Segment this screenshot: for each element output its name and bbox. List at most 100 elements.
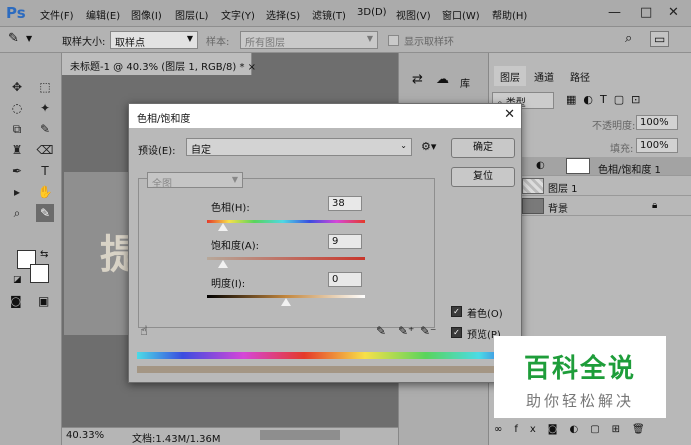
document-size: 文档:1.43M/1.36M xyxy=(132,434,221,445)
close-icon[interactable]: ✕ xyxy=(504,107,515,122)
channel-select[interactable]: 全图 ▼ xyxy=(147,172,243,190)
zoom-tool-icon[interactable]: ⌕ xyxy=(8,204,26,222)
show-ring-label: 显示取样环 xyxy=(404,37,454,48)
hand-tool-icon[interactable]: ✋ xyxy=(36,183,54,201)
swap-colors-icon[interactable]: ⇆ xyxy=(40,249,48,260)
menu-item-4[interactable]: 文字(Y) xyxy=(221,7,255,22)
preview-checkbox[interactable]: ✓ xyxy=(451,327,462,338)
library-label[interactable]: 库 xyxy=(460,75,470,90)
eyedropper-add-icon[interactable]: ✎⁺ xyxy=(398,324,414,338)
zoom-level[interactable]: 40.33% xyxy=(66,430,104,441)
fill-label: 填充: xyxy=(610,144,634,155)
search-icon[interactable]: ⌕ xyxy=(625,31,632,46)
panel-tab-1[interactable]: 通道 xyxy=(528,66,560,86)
fill-field[interactable]: 100% xyxy=(636,138,678,153)
chevron-down-icon: ▼ xyxy=(186,34,193,43)
horizontal-scrollbar[interactable] xyxy=(260,430,340,440)
layer-mask-thumbnail[interactable] xyxy=(566,158,590,174)
panel-tab-2[interactable]: 路径 xyxy=(564,66,596,86)
menu-item-0[interactable]: 文件(F) xyxy=(40,7,74,22)
eyedropper-icon[interactable]: ✎ xyxy=(8,31,19,46)
chevron-down-icon[interactable]: ▼ xyxy=(26,34,32,43)
workspace-icon[interactable]: ▭ xyxy=(650,31,670,47)
screen-mode-icon[interactable]: ▣ xyxy=(38,294,49,308)
opacity-field[interactable]: 100% xyxy=(636,115,678,130)
preset-value: 自定 xyxy=(191,145,211,156)
sample-size-select[interactable]: 取样点 ▼ xyxy=(110,31,198,49)
menu-item-3[interactable]: 图层(L) xyxy=(175,7,208,22)
saturation-slider-track[interactable] xyxy=(207,257,365,260)
lightness-slider-thumb[interactable] xyxy=(281,298,291,306)
pen-tool-icon[interactable]: ✒ xyxy=(8,162,26,180)
sample-select[interactable]: 所有图层 ▼ xyxy=(240,31,378,49)
layer-name[interactable]: 色相/饱和度 1 xyxy=(598,161,661,176)
show-ring-checkbox[interactable] xyxy=(388,35,399,46)
quick-mask-icon[interactable]: ◙ xyxy=(10,294,22,308)
panel-tab-0[interactable]: 图层 xyxy=(494,66,526,86)
default-colors-icon[interactable]: ◪ xyxy=(13,275,22,285)
menu-item-6[interactable]: 滤镜(T) xyxy=(312,7,346,22)
preset-options-icon[interactable]: ⚙︎▾ xyxy=(421,140,436,153)
crop-tool-icon[interactable]: ⧉ xyxy=(8,120,26,138)
eyedropper-subtract-icon[interactable]: ✎⁻ xyxy=(420,324,436,338)
menu-item-1[interactable]: 编辑(E) xyxy=(86,7,120,22)
menu-item-9[interactable]: 窗口(W) xyxy=(442,7,480,22)
menu-item-8[interactable]: 视图(V) xyxy=(396,7,431,22)
menu-item-10[interactable]: 帮助(H) xyxy=(492,7,527,22)
ok-button[interactable]: 确定 xyxy=(451,138,515,158)
restore-button[interactable]: □ xyxy=(640,5,652,20)
hue-slider-thumb[interactable] xyxy=(217,223,228,231)
minimize-button[interactable]: — xyxy=(608,5,621,20)
chevron-down-icon: ⌄ xyxy=(400,141,407,150)
preset-select[interactable]: 自定 ⌄ xyxy=(186,138,412,156)
channel-value: 全图 xyxy=(152,179,172,190)
layer-name[interactable]: 图层 1 xyxy=(548,180,578,195)
layer-name[interactable]: 背景 xyxy=(548,200,568,215)
filter-icons[interactable]: ▦◐T▢⊡ xyxy=(566,93,647,106)
background-color-swatch[interactable] xyxy=(30,264,49,283)
background-thumbnail[interactable] xyxy=(522,198,544,214)
sample-size-value: 取样点 xyxy=(115,38,145,49)
saturation-input[interactable]: 9 xyxy=(328,234,362,249)
layer-thumbnail[interactable] xyxy=(522,178,544,194)
sample-size-label: 取样大小: xyxy=(62,37,106,48)
reset-button[interactable]: 复位 xyxy=(451,167,515,187)
targeted-adjustment-hand-icon[interactable]: ☝ xyxy=(140,324,148,339)
saturation-slider-thumb[interactable] xyxy=(217,260,228,268)
stamp-tool-icon[interactable]: ♜ xyxy=(8,141,26,159)
lasso-tool-icon[interactable]: ◌ xyxy=(8,99,26,117)
sample-value: 所有图层 xyxy=(245,38,285,49)
move-tool-icon[interactable]: ✥ xyxy=(8,78,26,96)
lightness-input[interactable]: 0 xyxy=(328,272,362,287)
close-window-button[interactable]: ✕ xyxy=(668,5,679,20)
layer-actions-bar[interactable]: ∞fx◙◐▢⊞🗑︎ xyxy=(494,424,657,435)
type-tool-icon[interactable]: T xyxy=(36,162,54,180)
watermark-subtitle: 助你轻松解决 xyxy=(525,392,634,410)
document-tab[interactable]: 未标题-1 @ 40.3% (图层 1, RGB/8) * × xyxy=(62,53,256,75)
adjustment-layer-icon: ◐ xyxy=(536,160,545,171)
eraser-tool-icon[interactable]: ⌫ xyxy=(36,141,54,159)
history-icon[interactable]: ⇄ xyxy=(412,72,423,87)
close-tab-icon[interactable]: × xyxy=(248,62,256,73)
photoshop-logo: Ps xyxy=(6,4,26,22)
eyedropper-tool-icon[interactable]: ✎ xyxy=(36,204,54,222)
menu-item-2[interactable]: 图像(I) xyxy=(131,7,162,22)
eyedropper-icon[interactable]: ✎ xyxy=(376,324,386,338)
creative-cloud-icon[interactable]: ☁ xyxy=(436,72,449,87)
path-select-icon[interactable]: ▸ xyxy=(8,183,26,201)
hue-range-bar-input xyxy=(137,352,517,359)
colorize-checkbox[interactable]: ✓ xyxy=(451,306,462,317)
hue-range-bar-output xyxy=(137,366,517,373)
watermark-logo: 百科全说 助你轻松解决 xyxy=(494,336,666,418)
hue-slider-track[interactable] xyxy=(207,220,365,223)
hue-input[interactable]: 38 xyxy=(328,196,362,211)
lightness-label: 明度(I): xyxy=(211,279,246,290)
marquee-tool-icon[interactable]: ⬚ xyxy=(36,78,54,96)
magic-wand-icon[interactable]: ✦ xyxy=(36,99,54,117)
menu-item-5[interactable]: 选择(S) xyxy=(266,7,300,22)
menu-item-7[interactable]: 3D(D) xyxy=(357,7,387,18)
document-tab-title: 未标题-1 @ 40.3% (图层 1, RGB/8) * xyxy=(70,62,245,73)
dialog-title: 色相/饱和度 xyxy=(129,104,521,128)
brush-tool-icon[interactable]: ✎ xyxy=(36,120,54,138)
hue-label: 色相(H): xyxy=(211,203,250,214)
